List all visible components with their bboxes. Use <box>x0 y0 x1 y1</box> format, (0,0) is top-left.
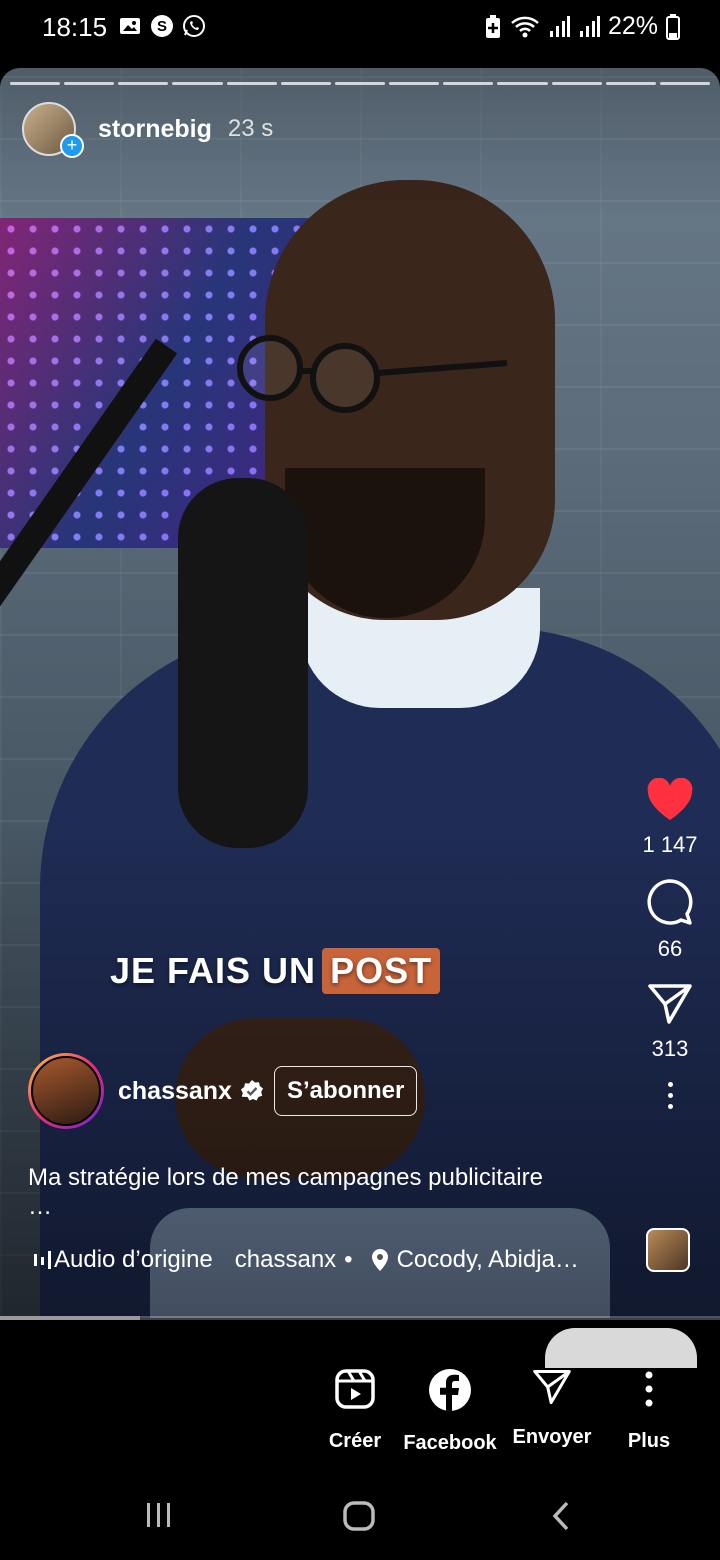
story-progress-bar <box>10 82 711 85</box>
video-caption-overlay: JE FAIS UN POST <box>110 948 441 994</box>
share-bar: Créer Facebook Envoyer Plus <box>0 1348 720 1468</box>
audio-bars-icon <box>34 1251 51 1269</box>
gallery-icon <box>120 18 140 34</box>
status-bar: 18:15 S 22% <box>0 0 720 60</box>
reel-author-username[interactable]: chassanx <box>118 1077 232 1106</box>
overlay-text: JE FAIS UN <box>110 950 317 991</box>
story-progress-segment <box>118 82 169 85</box>
story-progress-segment <box>64 82 115 85</box>
audio-thumbnail[interactable] <box>646 1228 690 1272</box>
story-avatar[interactable]: + <box>22 102 84 158</box>
follow-button[interactable]: S’abonner <box>273 1066 418 1116</box>
story-author[interactable]: + stornebig 23 s <box>22 102 274 158</box>
audio-author[interactable]: chassanx <box>235 1246 336 1274</box>
status-time: 18:15 <box>42 12 108 42</box>
location-pin-icon <box>371 1249 388 1271</box>
heart-icon[interactable] <box>646 778 694 822</box>
battery-saver-icon <box>485 14 500 38</box>
share-action[interactable]: 313 <box>620 982 720 1062</box>
svg-text:S: S <box>157 18 167 35</box>
story-viewer[interactable]: + stornebig 23 s JE FAIS UN POST 1 147 6… <box>0 68 720 1318</box>
send-button[interactable]: Envoyer <box>497 1368 607 1449</box>
signal-icon <box>549 15 570 37</box>
story-progress-segment <box>659 82 711 85</box>
story-progress-segment <box>172 82 223 85</box>
story-progress-segment <box>605 82 656 85</box>
meta-separator: • <box>344 1246 353 1273</box>
more-vertical-icon[interactable] <box>643 1368 655 1410</box>
story-progress-segment <box>389 82 440 85</box>
story-progress-segment <box>497 82 548 85</box>
location-label[interactable]: Cocody, Abidja… <box>397 1246 579 1274</box>
system-navigation-bar <box>0 1470 720 1560</box>
reel-author: chassanx S’abonner <box>28 1053 418 1129</box>
add-story-icon[interactable]: + <box>60 134 84 158</box>
send-label: Envoyer <box>512 1426 592 1448</box>
signal-icon <box>579 15 600 37</box>
overlay-highlight: POST <box>322 948 441 994</box>
status-notification-icons: S <box>118 14 206 38</box>
create-button[interactable]: Créer <box>300 1368 410 1453</box>
more-options-icon[interactable] <box>620 1082 720 1109</box>
more-label: Plus <box>627 1430 671 1452</box>
story-progress-segment <box>551 82 602 85</box>
facebook-button[interactable]: Facebook <box>395 1368 505 1455</box>
video-seek-progress <box>0 1316 141 1320</box>
send-icon[interactable] <box>532 1368 572 1406</box>
back-icon[interactable] <box>550 1500 572 1532</box>
verified-badge-icon <box>240 1080 263 1101</box>
whatsapp-icon <box>183 15 205 37</box>
share-count: 313 <box>651 1036 689 1061</box>
reel-author-avatar[interactable] <box>28 1053 104 1129</box>
like-count: 1 147 <box>642 832 698 857</box>
caption-more[interactable]: … <box>28 1193 52 1221</box>
story-username[interactable]: stornebig <box>98 115 212 144</box>
battery-percent: 22% <box>607 12 658 40</box>
home-icon[interactable] <box>342 1500 376 1532</box>
facebook-icon[interactable] <box>428 1368 472 1412</box>
reel-caption[interactable]: Ma stratégie lors de mes campagnes publi… <box>28 1163 628 1193</box>
reel-actions: 1 147 66 313 <box>620 778 720 1109</box>
reels-create-icon[interactable] <box>334 1368 376 1410</box>
create-label: Créer <box>328 1430 382 1452</box>
story-progress-segment <box>443 82 494 85</box>
reel-meta-row: Audio d’origine chassanx • Cocody, Abidj… <box>32 1246 579 1274</box>
comment-count: 66 <box>657 936 683 961</box>
story-progress-segment <box>10 82 61 85</box>
story-time-ago: 23 s <box>227 115 274 142</box>
like-action[interactable]: 1 147 <box>620 778 720 858</box>
more-share-button[interactable]: Plus <box>594 1368 704 1453</box>
send-icon[interactable] <box>647 982 693 1026</box>
video-vignette <box>0 68 720 1318</box>
comment-icon[interactable] <box>646 878 694 926</box>
status-system-icons: 22% <box>484 12 680 41</box>
story-progress-segment <box>334 82 386 85</box>
story-progress-segment <box>280 82 331 85</box>
facebook-label: Facebook <box>403 1432 497 1454</box>
wifi-icon <box>511 16 539 37</box>
recent-apps-icon[interactable] <box>144 1500 174 1530</box>
video-seek-bar[interactable] <box>0 1316 720 1320</box>
s-app-icon: S <box>151 15 173 37</box>
story-progress-segment <box>226 82 277 85</box>
comment-action[interactable]: 66 <box>620 878 720 962</box>
battery-icon <box>666 13 680 40</box>
audio-label[interactable]: Audio d’origine <box>54 1246 213 1274</box>
